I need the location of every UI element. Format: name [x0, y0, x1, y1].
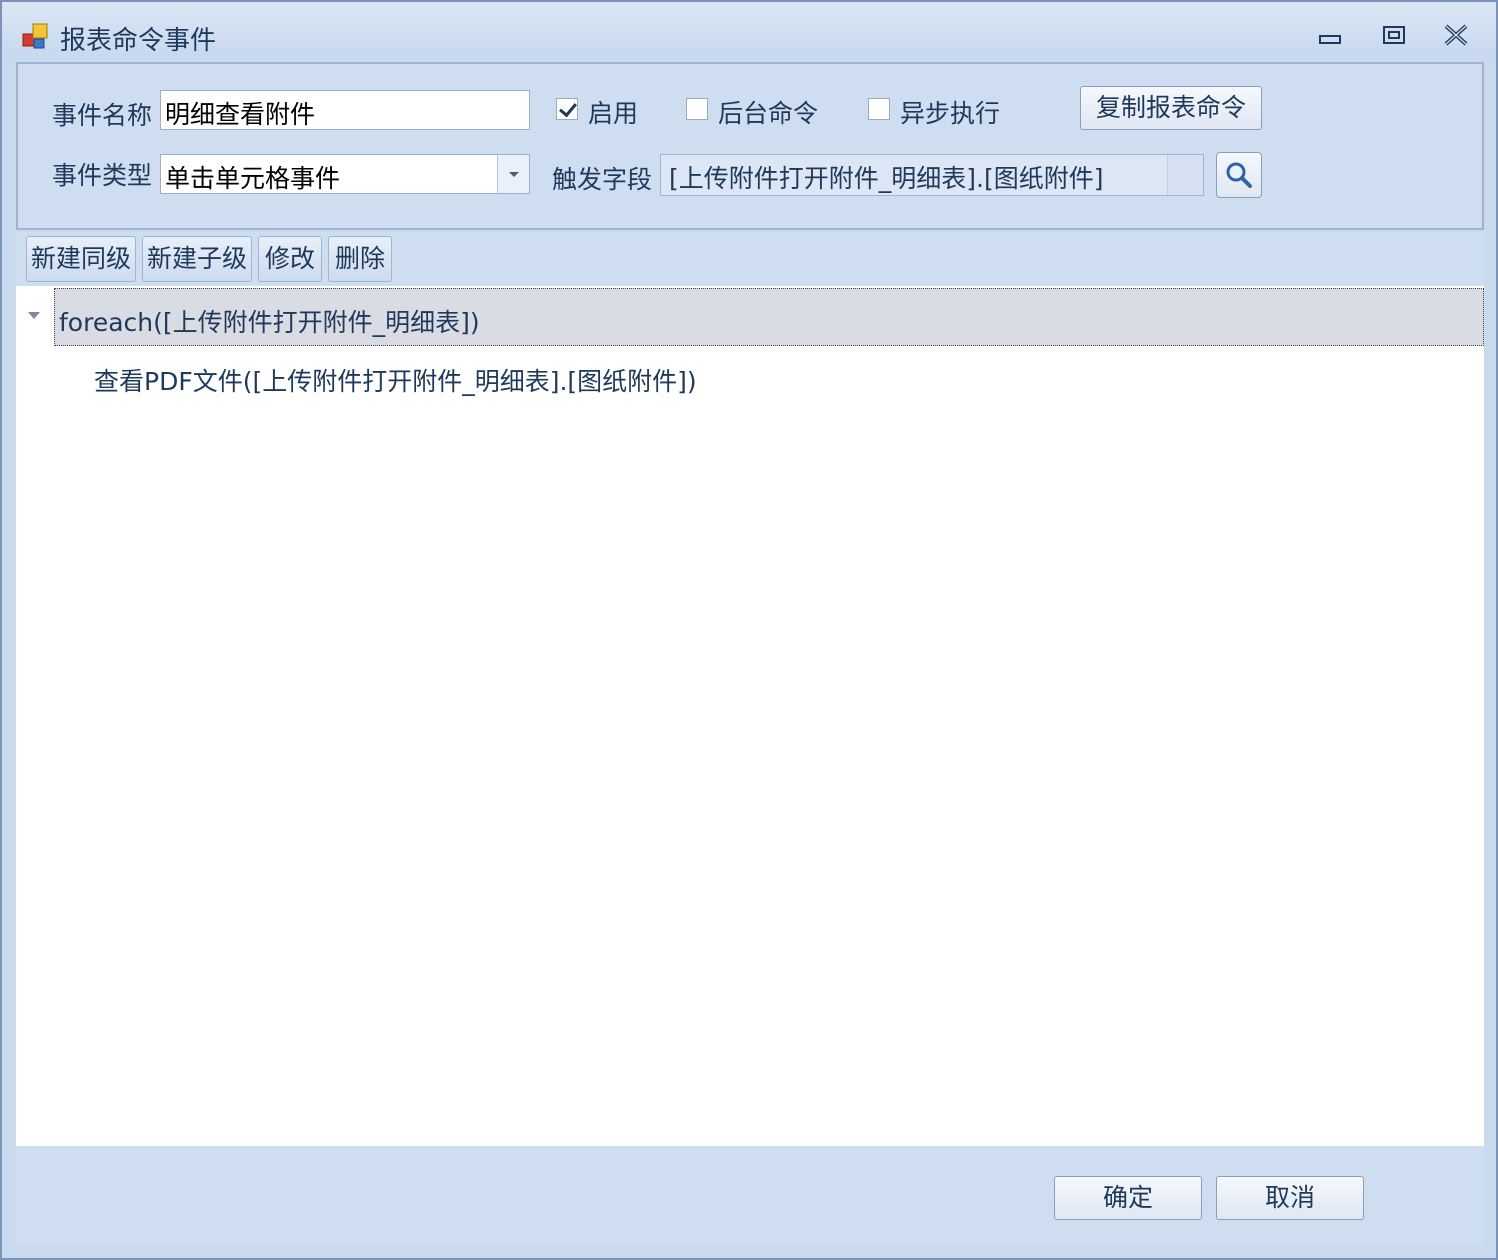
background-command-checkbox[interactable] [686, 98, 708, 120]
trigger-field-value: [上传附件打开附件_明细表].[图纸附件] [669, 164, 1104, 193]
trigger-field-label: 触发字段 [552, 165, 653, 194]
event-settings-panel: 事件名称 明细查看附件 启用 后台命令 异步执行 复制报表命令 事件类型 单击单… [16, 62, 1484, 230]
dropdown-button[interactable] [497, 155, 529, 193]
enable-label: 启用 [588, 99, 639, 128]
maximize-button[interactable] [1374, 20, 1414, 54]
title-bar[interactable]: 报表命令事件 [2, 2, 1496, 60]
enable-checkbox[interactable] [556, 98, 578, 120]
search-icon [1226, 162, 1252, 188]
tree-node-foreach[interactable]: foreach([上传附件打开附件_明细表]) [54, 288, 1484, 346]
delete-button[interactable]: 删除 [328, 236, 392, 282]
tree-node-label: foreach([上传附件打开附件_明细表]) [59, 308, 480, 337]
tree-node-view-pdf[interactable]: 查看PDF文件([上传附件打开附件_明细表].[图纸附件]) [86, 356, 1386, 400]
event-type-label: 事件类型 [52, 161, 153, 190]
minimize-icon [1319, 35, 1341, 44]
edit-button[interactable]: 修改 [258, 236, 322, 282]
ok-button[interactable]: 确定 [1054, 1176, 1202, 1220]
event-type-value: 单击单元格事件 [165, 164, 341, 193]
chevron-down-icon [509, 172, 519, 177]
restore-icon [1383, 26, 1405, 44]
event-type-select[interactable]: 单击单元格事件 [160, 154, 530, 194]
command-tree[interactable]: foreach([上传附件打开附件_明细表]) 查看PDF文件([上传附件打开附… [16, 286, 1484, 1146]
dialog-footer: 确定 取消 [16, 1146, 1484, 1246]
tree-node-label: 查看PDF文件([上传附件打开附件_明细表].[图纸附件]) [94, 367, 697, 396]
dialog-window: 报表命令事件 事件名称 明细查看附件 启用 后台命令 异步执行 复制报表命令 事… [0, 0, 1498, 1260]
event-name-label: 事件名称 [52, 101, 153, 130]
tree-toolbar: 新建同级 新建子级 修改 删除 [16, 232, 1484, 286]
search-button[interactable] [1216, 152, 1262, 198]
window-title: 报表命令事件 [60, 26, 217, 56]
close-icon [1444, 24, 1468, 46]
expand-collapse-icon[interactable] [28, 312, 40, 319]
event-name-input[interactable]: 明细查看附件 [160, 90, 530, 130]
trigger-field-display: [上传附件打开附件_明细表].[图纸附件] [660, 154, 1204, 196]
minimize-button[interactable] [1310, 20, 1350, 54]
background-command-label: 后台命令 [718, 99, 819, 128]
async-exec-label: 异步执行 [900, 99, 1001, 128]
close-button[interactable] [1436, 20, 1476, 54]
new-sibling-button[interactable]: 新建同级 [26, 236, 136, 282]
async-exec-checkbox[interactable] [868, 98, 890, 120]
cancel-button[interactable]: 取消 [1216, 1176, 1364, 1220]
trigger-field-side-button [1167, 155, 1203, 195]
copy-report-command-button[interactable]: 复制报表命令 [1080, 86, 1262, 130]
new-child-button[interactable]: 新建子级 [142, 236, 252, 282]
app-icon [22, 23, 48, 49]
